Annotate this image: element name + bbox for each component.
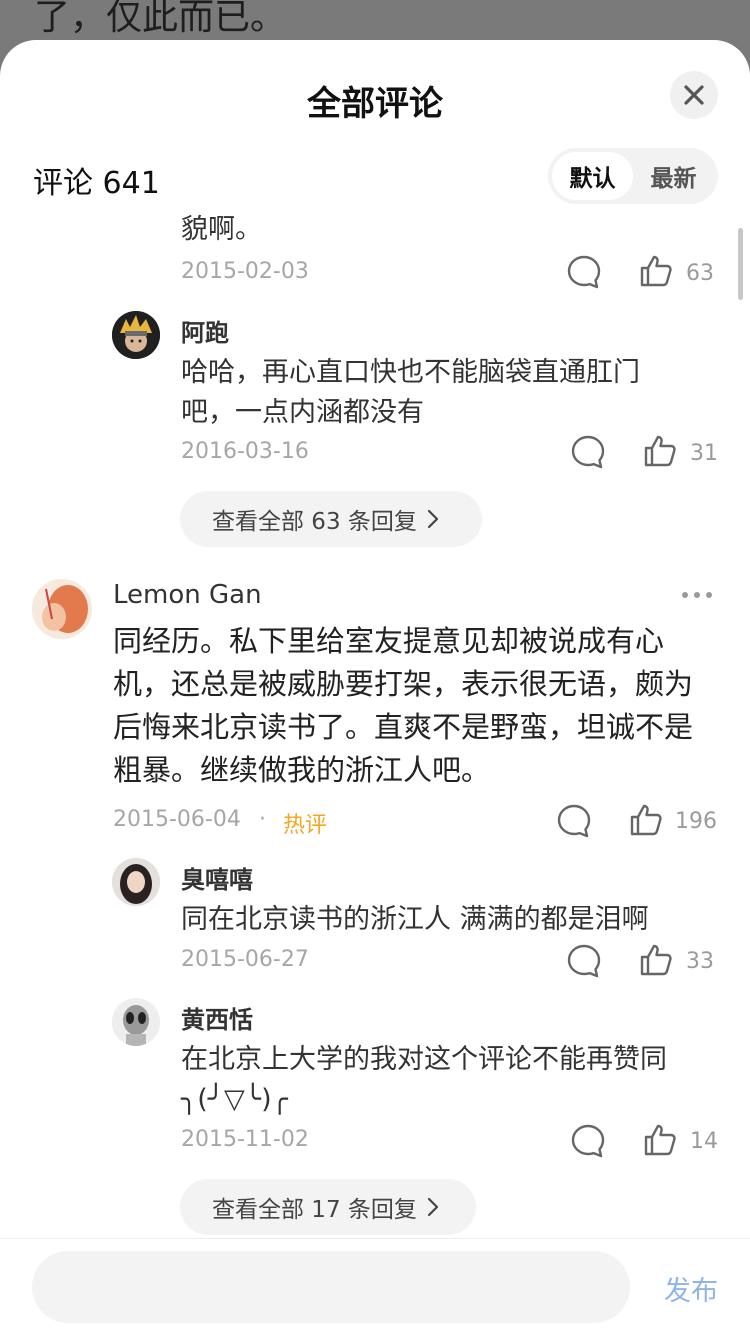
avatar-image (112, 998, 160, 1046)
reply-button[interactable] (556, 803, 592, 843)
thumbs-up-icon (640, 255, 672, 287)
chevron-right-icon (427, 1197, 438, 1217)
like-count: 196 (675, 809, 717, 834)
comment-text: 同经历。私下里给室友提意见却被说成有心机，还总是被威胁要打架，表示很无语，颇为后… (113, 624, 694, 787)
dot (682, 592, 688, 598)
view-all-label: 查看全部 17 条回复 (212, 1197, 417, 1223)
publish-button[interactable]: 发布 (664, 1269, 718, 1308)
reply-date: 2015-11-02 (181, 1127, 309, 1152)
hot-comment-badge: 热评 (283, 813, 328, 838)
reply-button[interactable] (566, 254, 602, 294)
reply-button[interactable] (570, 1123, 606, 1163)
close-button[interactable] (670, 71, 718, 119)
comment-date: 2015-02-03 (181, 259, 309, 284)
close-icon (684, 85, 704, 105)
reply-button[interactable] (566, 943, 602, 983)
comments-sheet: 全部评论 评论 641 默认 最新 貌啊。 2015-02-03 63 阿跑 哈… (0, 40, 750, 1334)
avatar-image (112, 311, 160, 359)
like-count: 33 (686, 949, 714, 974)
sort-default-button[interactable]: 默认 (552, 152, 633, 200)
comment-icon (567, 944, 601, 978)
like-button[interactable] (642, 1122, 678, 1162)
reply-text: 同在北京读书的浙江人 满满的都是泪啊 (181, 904, 649, 935)
view-all-replies-button[interactable]: 查看全部 17 条回复 (180, 1179, 476, 1235)
like-button[interactable] (638, 253, 674, 293)
reply-author-name[interactable]: 阿跑 (181, 313, 229, 348)
thumbs-up-icon (644, 435, 676, 467)
reply-button[interactable] (570, 434, 606, 474)
background-article-text: 了，仅此而已。 (34, 0, 287, 38)
chevron-right-icon (427, 509, 438, 529)
reply-author-name[interactable]: 臭嘻嘻 (181, 860, 253, 895)
comment-icon (557, 804, 591, 838)
avatar[interactable] (112, 998, 160, 1046)
like-count: 31 (690, 441, 718, 466)
like-count: 63 (686, 261, 714, 286)
dot (694, 592, 700, 598)
avatar-image (112, 858, 160, 906)
comment-date: 2015-06-04 (113, 807, 241, 832)
reply-date: 2015-06-27 (181, 947, 309, 972)
comment-count: 评论 641 (33, 166, 160, 201)
thumbs-up-icon (640, 944, 672, 976)
thumbs-up-icon (644, 1124, 676, 1156)
avatar[interactable] (112, 858, 160, 906)
like-button[interactable] (628, 802, 664, 842)
reply-date: 2016-03-16 (181, 439, 309, 464)
scrollbar[interactable] (738, 228, 743, 300)
view-all-label: 查看全部 63 条回复 (212, 509, 417, 535)
avatar[interactable] (32, 579, 92, 639)
thumbs-up-icon (630, 804, 662, 836)
sheet-title: 全部评论 (307, 84, 443, 124)
dot (706, 592, 712, 598)
comment-icon (571, 435, 605, 469)
comment-text: 貌啊。 (181, 214, 262, 245)
comment-composer-bar: 发布 (0, 1238, 750, 1334)
comment-input[interactable] (32, 1251, 630, 1323)
like-button[interactable] (642, 433, 678, 473)
avatar-image (32, 579, 92, 639)
reply-author-name[interactable]: 黄西恬 (181, 1000, 253, 1035)
comment-author-name[interactable]: Lemon Gan (113, 580, 262, 610)
sort-latest-button[interactable]: 最新 (633, 152, 714, 200)
comment-icon (571, 1124, 605, 1158)
reply-text: 哈哈，再心直口快也不能脑袋直通肛门吧，一点内涵都没有 (181, 357, 640, 428)
reply-text: 在北京上大学的我对这个评论不能再赞同 ╮(╯▽╰)╭ (181, 1044, 667, 1115)
separator-dot: · (259, 807, 266, 832)
like-count: 14 (690, 1129, 718, 1154)
more-options-button[interactable] (682, 592, 712, 598)
sort-toggle: 默认 最新 (548, 148, 718, 204)
comment-icon (567, 255, 601, 289)
view-all-replies-button[interactable]: 查看全部 63 条回复 (180, 491, 482, 547)
avatar[interactable] (112, 311, 160, 359)
like-button[interactable] (638, 942, 674, 982)
